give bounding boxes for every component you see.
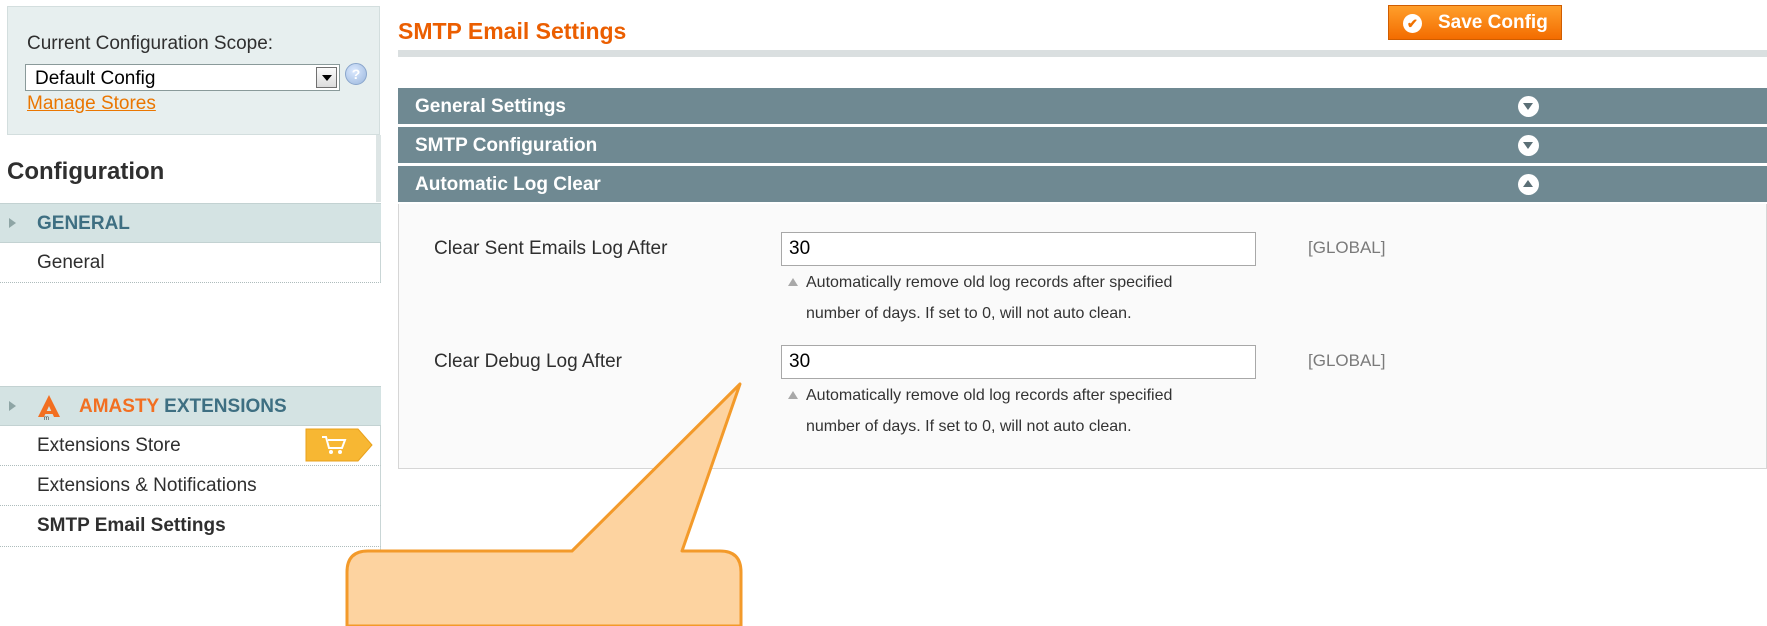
section-label: General Settings (415, 96, 566, 117)
sidebar-item-label: Extensions & Notifications (37, 475, 257, 496)
field-note-line: number of days. If set to 0, will not au… (806, 418, 1132, 435)
section-automatic-log-clear[interactable]: Automatic Log Clear (398, 166, 1767, 204)
page-title: SMTP Email Settings (398, 18, 627, 44)
title-divider (398, 50, 1767, 57)
section-label: Automatic Log Clear (415, 174, 601, 195)
section-general-settings[interactable]: General Settings (398, 88, 1767, 126)
sidebar-item-label: SMTP Email Settings (37, 515, 226, 536)
sidebar-item-extensions-notifications[interactable]: Extensions & Notifications (0, 466, 381, 506)
scope-select[interactable]: Default Config (25, 64, 340, 91)
help-icon[interactable]: ? (345, 63, 367, 85)
section-label: SMTP Configuration (415, 135, 598, 156)
field-note-line: Automatically remove old log records aft… (806, 387, 1173, 404)
sidebar-group-label: GENERAL (37, 213, 130, 234)
cart-icon (305, 428, 373, 462)
scope-label: Current Configuration Scope: (27, 33, 274, 54)
chevron-down-icon[interactable] (1518, 135, 1539, 156)
scope-switcher-panel: Current Configuration Scope: Default Con… (7, 6, 380, 135)
sidebar-group-label: AMASTY EXTENSIONS (79, 396, 287, 418)
clear-debug-log-input[interactable] (781, 345, 1256, 379)
clear-sent-emails-log-input[interactable] (781, 232, 1256, 266)
field-scope: [GLOBAL] (1308, 351, 1386, 370)
field-note-line: Automatically remove old log records aft… (806, 274, 1173, 291)
sidebar-item-general[interactable]: General (0, 243, 381, 283)
chevron-down-icon[interactable] (316, 67, 337, 88)
amasty-logo: m (38, 395, 60, 421)
field-scope: [GLOBAL] (1308, 238, 1386, 257)
sidebar-item-label: General (37, 252, 105, 273)
chevron-down-icon[interactable] (1518, 96, 1539, 117)
sidebar-group-general[interactable]: GENERAL (0, 203, 381, 243)
check-icon: ✔ (1403, 14, 1422, 33)
amasty-brand-text: AMASTY (79, 396, 159, 417)
svg-text:m: m (44, 416, 49, 421)
extensions-text: EXTENSIONS (164, 396, 287, 417)
sidebar-item-label: Extensions Store (37, 435, 181, 456)
field-note-line: number of days. If set to 0, will not au… (806, 305, 1132, 322)
configuration-title: Configuration (7, 158, 165, 185)
sidebar-group-amasty-extensions[interactable]: m AMASTY EXTENSIONS (0, 386, 381, 426)
field-note: Automatically remove old log records aft… (806, 267, 1266, 329)
note-arrow-icon (788, 278, 798, 286)
expand-arrow-icon (9, 401, 16, 411)
manage-stores-link[interactable]: Manage Stores (27, 93, 156, 115)
sidebar-divider (376, 135, 381, 202)
expand-arrow-icon (9, 218, 16, 228)
field-note: Automatically remove old log records aft… (806, 380, 1266, 442)
sidebar-item-smtp-email-settings[interactable]: SMTP Email Settings (0, 506, 381, 546)
section-smtp-configuration[interactable]: SMTP Configuration (398, 127, 1767, 165)
chevron-up-icon[interactable] (1518, 174, 1539, 195)
sidebar-item-divider (0, 546, 381, 556)
field-label: Clear Debug Log After (434, 351, 623, 372)
save-config-button[interactable]: ✔ Save Config (1388, 5, 1562, 40)
field-label: Clear Sent Emails Log After (434, 238, 668, 259)
note-arrow-icon (788, 391, 798, 399)
scope-select-value: Default Config (35, 68, 156, 89)
section-body-automatic-log-clear: Clear Sent Emails Log After Automaticall… (398, 204, 1767, 469)
save-config-label: Save Config (1438, 12, 1548, 33)
sidebar-item-extensions-store[interactable]: Extensions Store (0, 426, 381, 466)
